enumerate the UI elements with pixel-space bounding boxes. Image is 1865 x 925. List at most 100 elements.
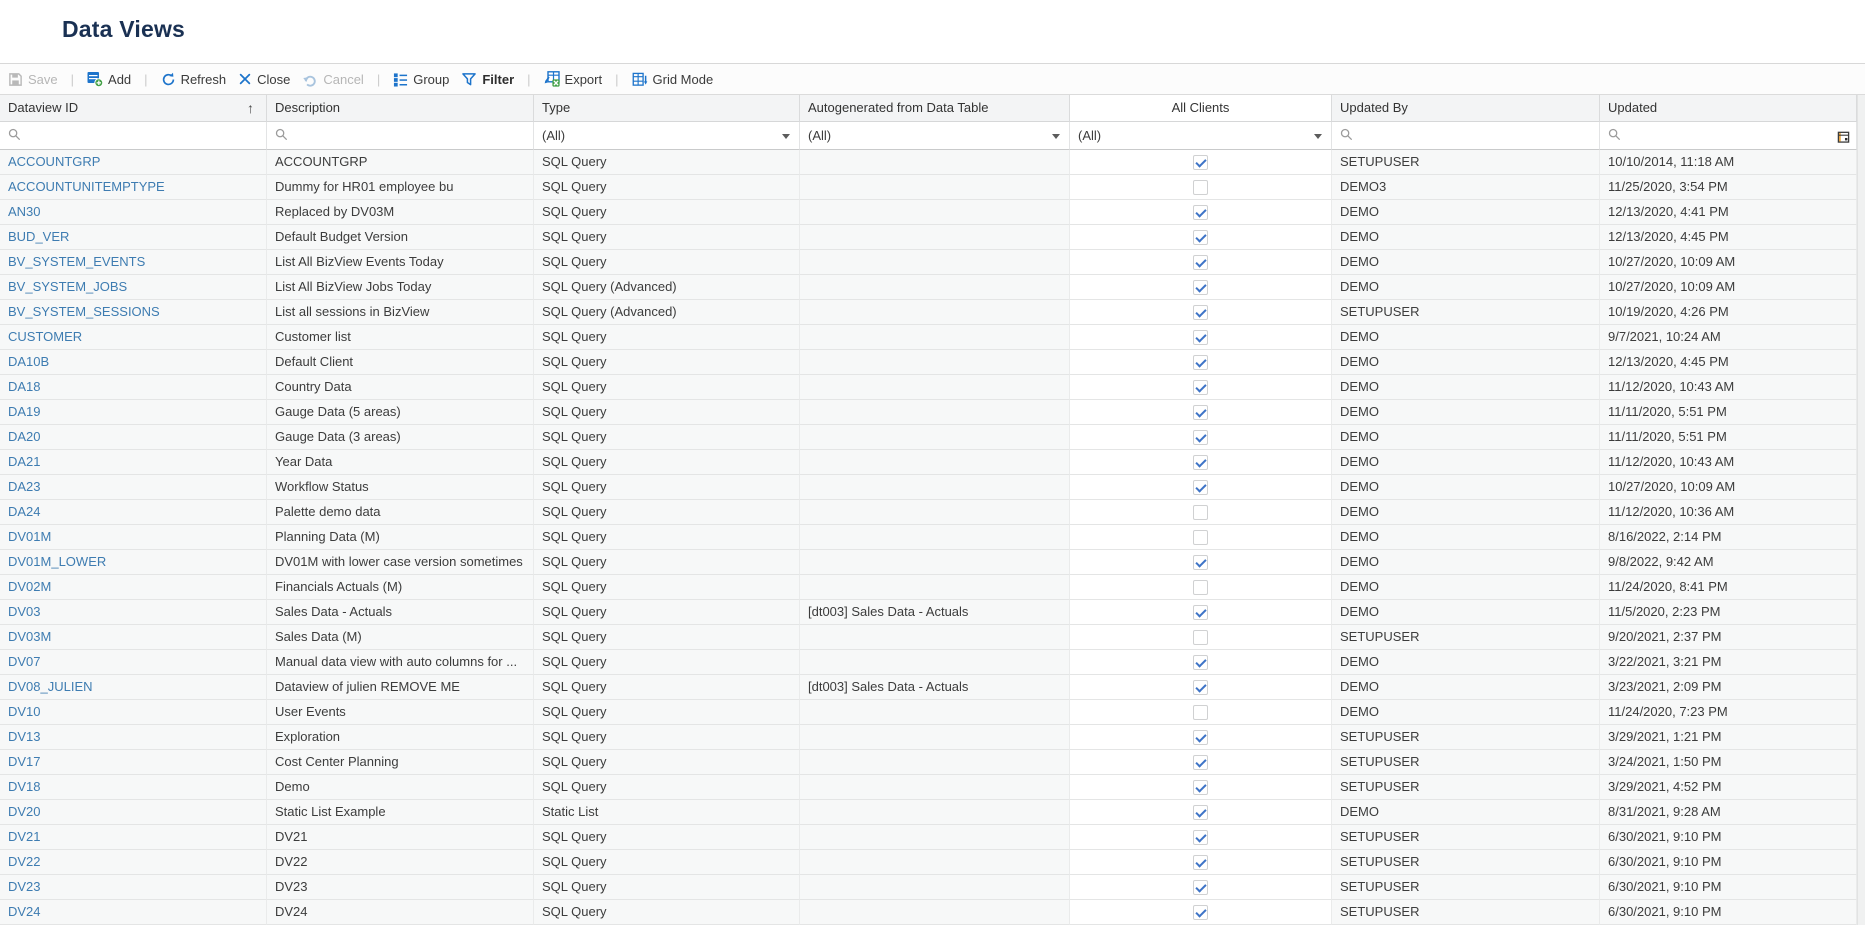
cell-id: DV17 (0, 750, 267, 775)
all-clients-checkbox[interactable] (1193, 780, 1208, 795)
dataview-id-link[interactable]: DV20 (8, 804, 41, 819)
add-button[interactable]: Add (87, 71, 131, 87)
all-clients-checkbox[interactable] (1193, 530, 1208, 545)
dataview-id-link[interactable]: BV_SYSTEM_EVENTS (8, 254, 145, 269)
dataview-id-link[interactable]: DV03 (8, 604, 41, 619)
all-clients-checkbox[interactable] (1193, 330, 1208, 345)
all-clients-checkbox[interactable] (1193, 155, 1208, 170)
cell-description: Gauge Data (5 areas) (267, 400, 534, 425)
cell-id: CUSTOMER (0, 325, 267, 350)
all-clients-checkbox[interactable] (1193, 280, 1208, 295)
dataview-id-link[interactable]: DV07 (8, 654, 41, 669)
dataview-id-link[interactable]: DA21 (8, 454, 41, 469)
group-button[interactable]: Group (393, 72, 449, 87)
all-clients-checkbox[interactable] (1193, 405, 1208, 420)
export-button-label: Export (565, 72, 603, 87)
vertical-scrollbar[interactable] (1857, 95, 1865, 925)
dataview-id-link[interactable]: DV24 (8, 904, 41, 919)
filter-updated_by[interactable] (1332, 122, 1600, 150)
cell-type: SQL Query (534, 450, 800, 475)
column-header-id[interactable]: Dataview ID↑ (0, 95, 267, 122)
dataview-id-link[interactable]: DV02M (8, 579, 51, 594)
filter-button[interactable]: Filter (461, 72, 514, 87)
dataview-id-link[interactable]: BV_SYSTEM_JOBS (8, 279, 127, 294)
dataview-id-link[interactable]: DA24 (8, 504, 41, 519)
dataview-id-link[interactable]: DV22 (8, 854, 41, 869)
dataview-id-link[interactable]: DV08_JULIEN (8, 679, 93, 694)
dataview-id-link[interactable]: DA10B (8, 354, 49, 369)
cell-autogenerated (800, 450, 1070, 475)
grid-mode-button[interactable]: Grid Mode (632, 72, 714, 87)
all-clients-checkbox[interactable] (1193, 605, 1208, 620)
all-clients-checkbox[interactable] (1193, 830, 1208, 845)
dataview-id-link[interactable]: AN30 (8, 204, 41, 219)
all-clients-checkbox[interactable] (1193, 805, 1208, 820)
all-clients-checkbox[interactable] (1193, 880, 1208, 895)
column-header-autogenerated[interactable]: Autogenerated from Data Table (800, 95, 1070, 122)
dataview-id-link[interactable]: DV03M (8, 629, 51, 644)
filter-updated[interactable] (1600, 122, 1857, 150)
cell-all_clients (1070, 825, 1332, 850)
column-header-updated_by[interactable]: Updated By (1332, 95, 1600, 122)
dataview-id-link[interactable]: DV18 (8, 779, 41, 794)
dataview-id-link[interactable]: DV17 (8, 754, 41, 769)
cell-updated: 3/23/2021, 2:09 PM (1600, 675, 1857, 700)
dataview-id-link[interactable]: DV23 (8, 879, 41, 894)
cell-type: SQL Query (534, 700, 800, 725)
export-button[interactable]: Export (544, 71, 603, 87)
all-clients-checkbox[interactable] (1193, 480, 1208, 495)
all-clients-checkbox[interactable] (1193, 255, 1208, 270)
cell-description: Sales Data (M) (267, 625, 534, 650)
column-header-description[interactable]: Description (267, 95, 534, 122)
all-clients-checkbox[interactable] (1193, 855, 1208, 870)
dataview-id-link[interactable]: DV21 (8, 829, 41, 844)
all-clients-checkbox[interactable] (1193, 655, 1208, 670)
column-header-updated[interactable]: Updated (1600, 95, 1857, 122)
filter-id[interactable] (0, 122, 267, 150)
all-clients-checkbox[interactable] (1193, 580, 1208, 595)
filter-description[interactable] (267, 122, 534, 150)
refresh-button[interactable]: Refresh (161, 72, 227, 87)
all-clients-checkbox[interactable] (1193, 180, 1208, 195)
dataview-id-link[interactable]: DA23 (8, 479, 41, 494)
all-clients-checkbox[interactable] (1193, 305, 1208, 320)
all-clients-checkbox[interactable] (1193, 505, 1208, 520)
filter-autogenerated[interactable]: (All) (800, 122, 1070, 150)
dataview-id-link[interactable]: DV10 (8, 704, 41, 719)
close-button[interactable]: Close (238, 72, 290, 87)
dataview-id-link[interactable]: CUSTOMER (8, 329, 82, 344)
all-clients-checkbox[interactable] (1193, 205, 1208, 220)
dataview-id-link[interactable]: ACCOUNTUNITEMPTYPE (8, 179, 165, 194)
all-clients-checkbox[interactable] (1193, 380, 1208, 395)
all-clients-checkbox[interactable] (1193, 680, 1208, 695)
all-clients-checkbox[interactable] (1193, 555, 1208, 570)
all-clients-checkbox[interactable] (1193, 455, 1208, 470)
all-clients-checkbox[interactable] (1193, 905, 1208, 920)
all-clients-checkbox[interactable] (1193, 730, 1208, 745)
cell-autogenerated (800, 425, 1070, 450)
all-clients-checkbox[interactable] (1193, 230, 1208, 245)
all-clients-checkbox[interactable] (1193, 630, 1208, 645)
all-clients-checkbox[interactable] (1193, 355, 1208, 370)
toolbar: Save|Add|RefreshCloseCancel|GroupFilter|… (0, 63, 1865, 95)
column-header-type[interactable]: Type (534, 95, 800, 122)
column-header-all_clients[interactable]: All Clients (1070, 95, 1332, 122)
all-clients-checkbox[interactable] (1193, 430, 1208, 445)
data-views-grid: Dataview ID↑DescriptionTypeAutogenerated… (0, 95, 1857, 925)
dataview-id-link[interactable]: DV01M_LOWER (8, 554, 106, 569)
dataview-id-link[interactable]: DA19 (8, 404, 41, 419)
dataview-id-link[interactable]: DA18 (8, 379, 41, 394)
filter-all_clients[interactable]: (All) (1070, 122, 1332, 150)
dataview-id-link[interactable]: BUD_VER (8, 229, 69, 244)
dataview-id-link[interactable]: DV01M (8, 529, 51, 544)
dataview-id-link[interactable]: DV13 (8, 729, 41, 744)
table-row: DV13ExplorationSQL QuerySETUPUSER3/29/20… (0, 725, 1857, 750)
all-clients-checkbox[interactable] (1193, 705, 1208, 720)
filter-type[interactable]: (All) (534, 122, 800, 150)
cell-description: Customer list (267, 325, 534, 350)
dataview-id-link[interactable]: ACCOUNTGRP (8, 154, 100, 169)
dataview-id-link[interactable]: BV_SYSTEM_SESSIONS (8, 304, 160, 319)
all-clients-checkbox[interactable] (1193, 755, 1208, 770)
cell-description: Palette demo data (267, 500, 534, 525)
dataview-id-link[interactable]: DA20 (8, 429, 41, 444)
